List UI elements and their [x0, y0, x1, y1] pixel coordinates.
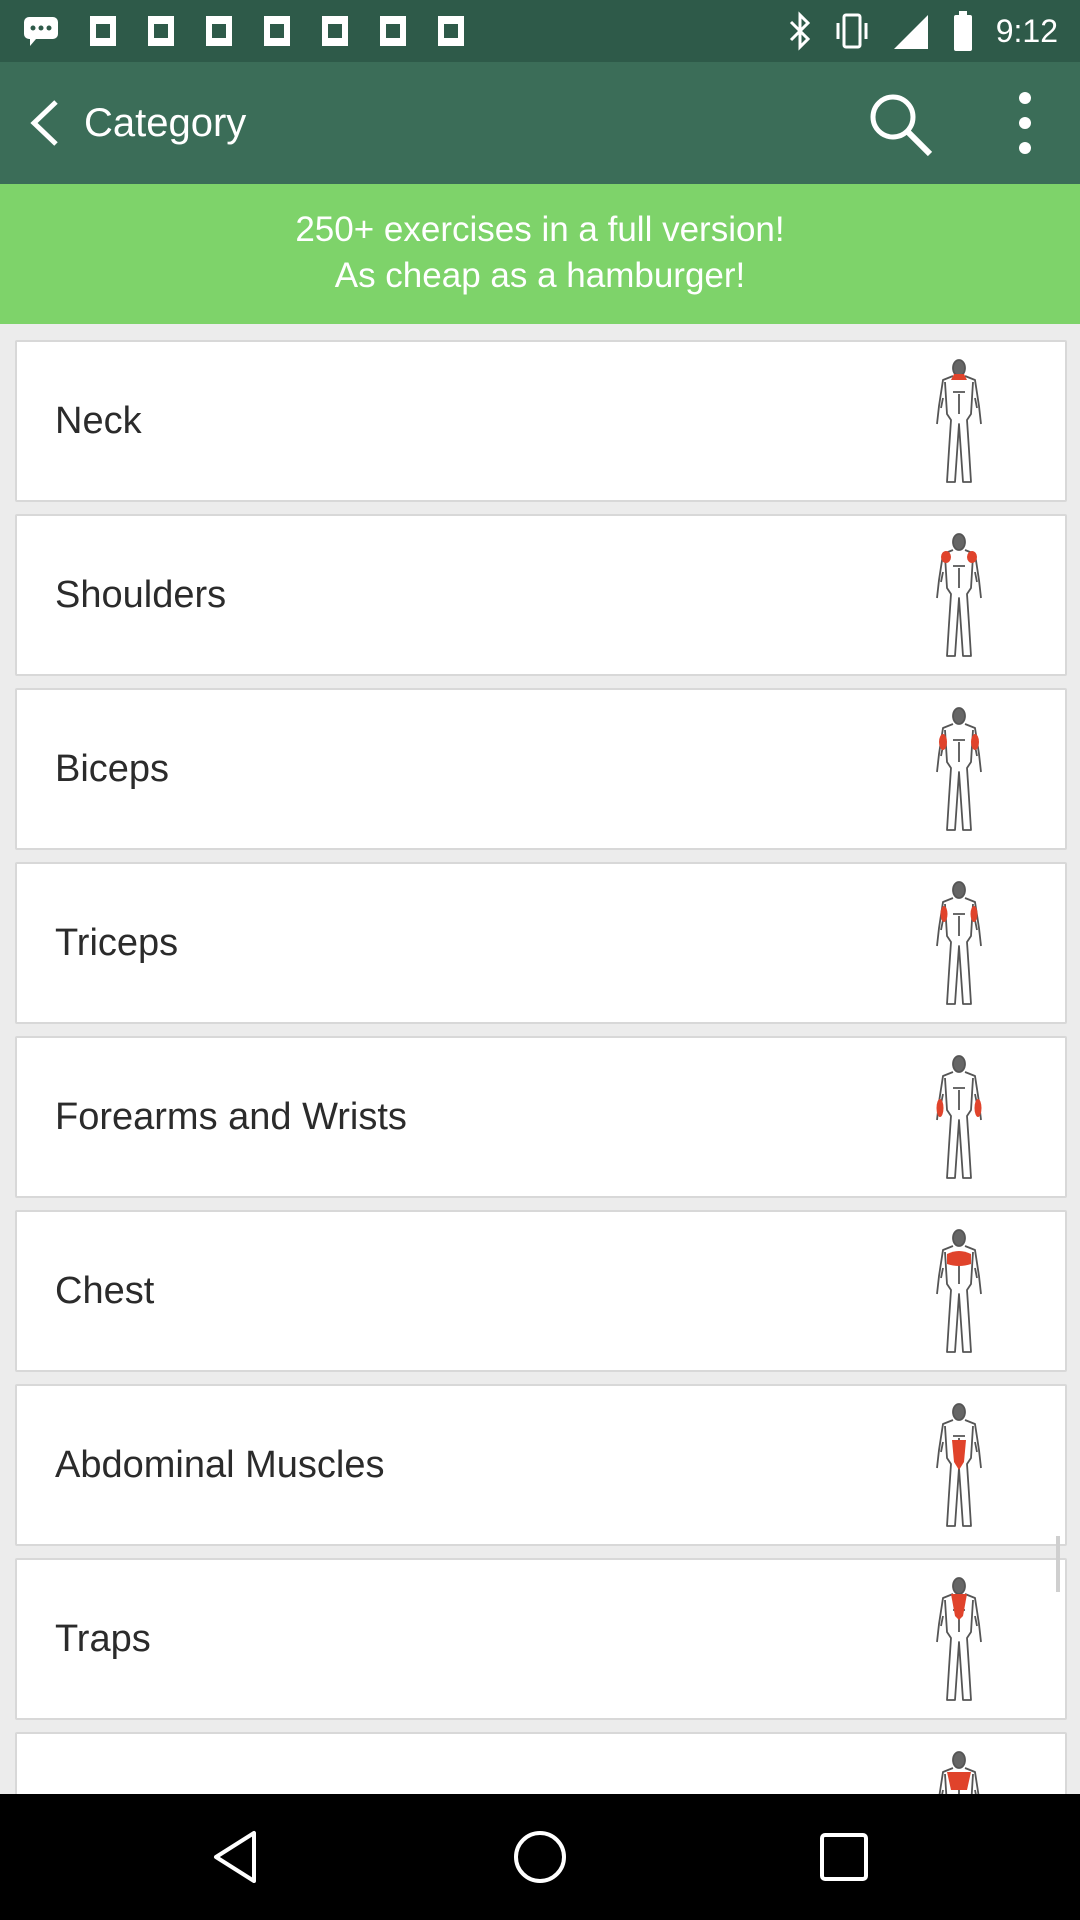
category-row-biceps[interactable]: Biceps — [15, 688, 1067, 850]
body-muscle-icon — [936, 1403, 982, 1527]
scrollbar[interactable] — [1056, 1536, 1060, 1592]
category-row-triceps[interactable]: Triceps — [15, 862, 1067, 1024]
body-muscle-icon — [936, 533, 982, 657]
nav-back-icon — [214, 1831, 256, 1883]
image-icon — [380, 16, 406, 46]
more-vert-icon — [1019, 92, 1031, 154]
system-nav-bar — [0, 1794, 1080, 1920]
back-button[interactable] — [12, 88, 82, 158]
page-title: Category — [84, 101, 247, 145]
promo-line-1: 250+ exercises in a full version! — [295, 210, 785, 249]
upgrade-banner[interactable]: 250+ exercises in a full version! As che… — [0, 184, 1080, 324]
category-row-shoulders[interactable]: Shoulders — [15, 514, 1067, 676]
image-icon — [322, 16, 348, 46]
body-muscle-icon — [936, 1577, 982, 1701]
category-row-neck[interactable]: Neck — [15, 340, 1067, 502]
image-icon — [264, 16, 290, 46]
search-icon — [870, 94, 933, 157]
body-muscle-icon — [936, 881, 982, 1005]
category-list[interactable]: Neck Shoulders Biceps Triceps Forearms a… — [0, 324, 1080, 1794]
category-label: Triceps — [55, 922, 179, 964]
body-muscle-icon — [938, 1751, 980, 1794]
category-label: Abdominal Muscles — [55, 1444, 385, 1486]
category-label: Traps — [55, 1618, 151, 1660]
status-bar: 9:12 — [0, 0, 1080, 62]
category-row-traps[interactable]: Traps — [15, 1558, 1067, 1720]
image-icon — [90, 16, 116, 46]
search-button[interactable] — [860, 84, 938, 162]
clock: 9:12 — [995, 12, 1058, 49]
category-row-partial[interactable] — [15, 1732, 1067, 1794]
category-label: Biceps — [55, 748, 170, 790]
system-icons: 9:12 — [788, 10, 1058, 52]
category-row-forearms[interactable]: Forearms and Wrists — [15, 1036, 1067, 1198]
nav-back-button[interactable] — [206, 1827, 266, 1887]
image-icon — [148, 16, 174, 46]
category-row-chest[interactable]: Chest — [15, 1210, 1067, 1372]
category-label: Forearms and Wrists — [55, 1096, 407, 1138]
promo-line-2: As cheap as a hamburger! — [334, 256, 746, 295]
body-muscle-icon — [936, 1229, 982, 1353]
image-icon — [438, 16, 464, 46]
category-label: Neck — [55, 400, 142, 442]
image-icon — [206, 16, 232, 46]
body-muscle-icon — [936, 359, 982, 483]
notification-icons — [22, 14, 466, 48]
chat-icon — [24, 17, 58, 46]
body-muscle-icon — [936, 707, 982, 831]
category-label: Shoulders — [55, 574, 227, 616]
category-label: Chest — [55, 1270, 155, 1312]
overflow-menu-button[interactable] — [1000, 84, 1050, 162]
nav-home-icon — [514, 1831, 566, 1883]
category-row-abdominal[interactable]: Abdominal Muscles — [15, 1384, 1067, 1546]
nav-recents-icon — [820, 1833, 868, 1881]
nav-home-button[interactable] — [510, 1827, 570, 1887]
nav-recents-button[interactable] — [814, 1827, 874, 1887]
battery-icon — [953, 11, 972, 51]
chevron-left-icon — [30, 100, 58, 146]
signal-icon — [893, 15, 928, 49]
app-bar: Category — [0, 62, 1080, 184]
bluetooth-icon — [789, 11, 810, 51]
body-muscle-icon — [936, 1055, 982, 1179]
vibrate-icon — [836, 13, 868, 49]
